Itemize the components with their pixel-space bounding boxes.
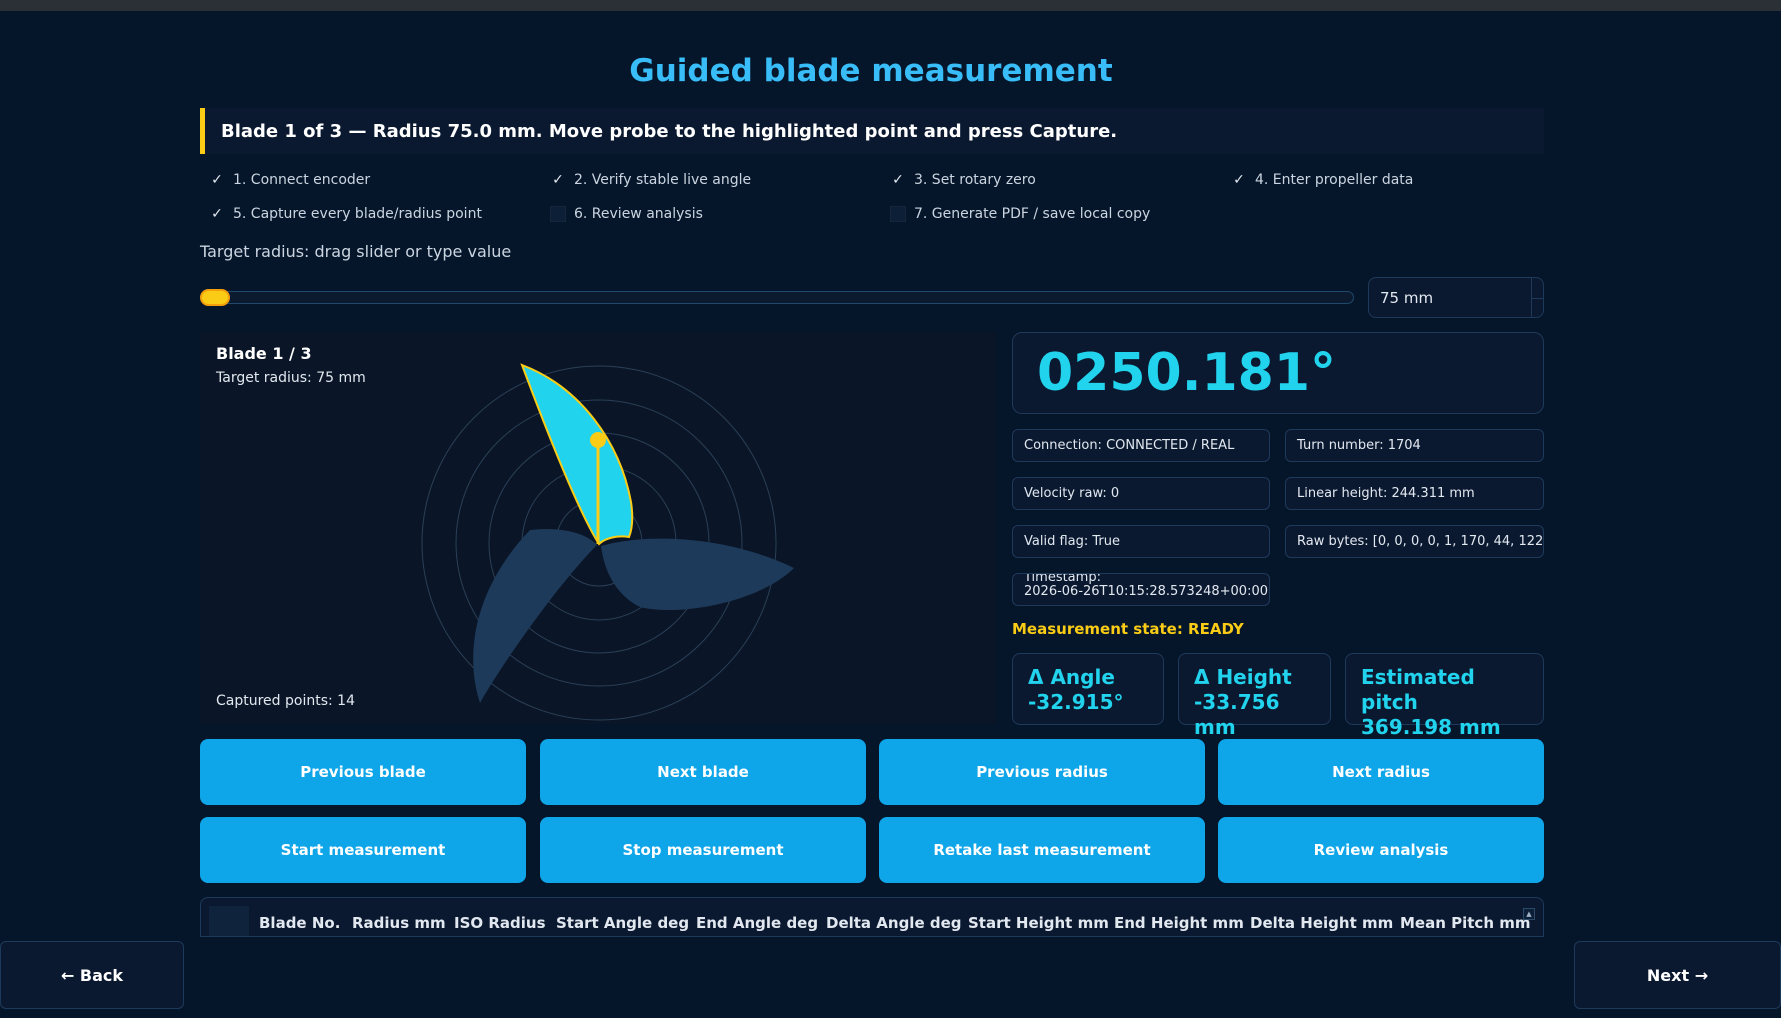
turn-number-text: Turn number: 1704: [1297, 438, 1421, 453]
delta-angle-value: -32.915°: [1028, 690, 1124, 714]
scroll-up-arrow-icon[interactable]: ▲: [1523, 908, 1535, 920]
step-connect-encoder[interactable]: ✓ 1. Connect encoder: [209, 172, 370, 188]
step-label: 2. Verify stable live angle: [574, 172, 752, 188]
page-title: Guided blade measurement: [629, 53, 1113, 89]
back-button[interactable]: ← Back: [0, 941, 184, 1009]
retake-last-measurement-button[interactable]: Retake last measurement: [879, 817, 1205, 883]
live-angle-readout: 0250.181°: [1012, 332, 1544, 414]
column-header-end-angle[interactable]: End Angle deg: [696, 914, 818, 932]
column-header-iso-radius[interactable]: ISO Radius: [454, 914, 546, 932]
step-propeller-data[interactable]: ✓ 4. Enter propeller data: [1231, 172, 1413, 188]
estimated-pitch-card: Estimated pitch 369.198 mm: [1345, 653, 1544, 739]
step-verify-angle[interactable]: ✓ 2. Verify stable live angle: [550, 172, 751, 188]
checkbox-checked-icon[interactable]: ✓: [209, 206, 225, 222]
step-generate-pdf[interactable]: 7. Generate PDF / save local copy: [890, 206, 1150, 222]
column-header-end-height[interactable]: End Height mm: [1114, 914, 1244, 932]
blade-canvas: Blade 1 / 3 Target radius: 75 mm Capture…: [200, 332, 996, 724]
column-header-delta-angle[interactable]: Delta Angle deg: [826, 914, 962, 932]
propeller-diagram: [421, 363, 794, 721]
instruction-banner: Blade 1 of 3 — Radius 75.0 mm. Move prob…: [200, 108, 1544, 154]
linear-height-text: Linear height: 244.311 mm: [1297, 486, 1475, 501]
valid-flag: Valid flag: True: [1012, 525, 1270, 558]
blade-1-shape: [520, 363, 634, 546]
velocity-raw: Velocity raw: 0: [1012, 477, 1270, 510]
checkbox-checked-icon[interactable]: ✓: [550, 172, 566, 188]
estimated-pitch-value: 369.198 mm: [1361, 715, 1501, 739]
checkbox-unchecked-icon[interactable]: [550, 206, 566, 222]
step-label: 4. Enter propeller data: [1255, 172, 1414, 188]
radius-slider-handle[interactable]: [200, 289, 230, 306]
step-review-analysis[interactable]: 6. Review analysis: [550, 206, 703, 222]
column-header-radius[interactable]: Radius mm: [352, 914, 446, 932]
measurement-state: Measurement state: READY: [1012, 620, 1244, 638]
angle-value: 0250.181°: [1037, 343, 1337, 403]
target-radius-caption: Target radius: 75 mm: [216, 370, 366, 386]
column-header-blade-no[interactable]: Blade No.: [259, 914, 340, 932]
radius-input[interactable]: 75 mm: [1368, 277, 1544, 318]
turn-number: Turn number: 1704: [1285, 429, 1544, 462]
step-label: 3. Set rotary zero: [914, 172, 1036, 188]
linear-height: Linear height: 244.311 mm: [1285, 477, 1544, 510]
highlighted-capture-point[interactable]: [590, 432, 606, 448]
column-header-start-angle[interactable]: Start Angle deg: [556, 914, 689, 932]
estimated-pitch-label: Estimated pitch: [1361, 665, 1475, 714]
previous-blade-button[interactable]: Previous blade: [200, 739, 526, 805]
step-label: 7. Generate PDF / save local copy: [914, 206, 1151, 222]
timestamp: Timestamp: 2026-06-26T10:15:28.573248+00…: [1012, 573, 1270, 606]
instruction-text: Blade 1 of 3 — Radius 75.0 mm. Move prob…: [221, 120, 1118, 142]
column-header-start-height[interactable]: Start Height mm: [968, 914, 1109, 932]
delta-angle-card: Δ Angle -32.915°: [1012, 653, 1164, 725]
step-label: 5. Capture every blade/radius point: [233, 206, 482, 222]
checkbox-checked-icon[interactable]: ✓: [209, 172, 225, 188]
next-radius-button[interactable]: Next radius: [1218, 739, 1544, 805]
next-blade-button[interactable]: Next blade: [540, 739, 866, 805]
delta-height-value: -33.756 mm: [1194, 690, 1280, 739]
step-label: 6. Review analysis: [574, 206, 703, 222]
checkbox-checked-icon[interactable]: ✓: [890, 172, 906, 188]
blade-indicator: Blade 1 / 3: [216, 344, 312, 363]
connection-status-text: Connection: CONNECTED / REAL: [1024, 438, 1235, 453]
valid-flag-text: Valid flag: True: [1024, 534, 1120, 549]
checkbox-checked-icon[interactable]: ✓: [1231, 172, 1247, 188]
radius-stepper[interactable]: [1531, 278, 1544, 317]
checkbox-unchecked-icon[interactable]: [890, 206, 906, 222]
table-corner-cell: [209, 906, 249, 936]
stop-measurement-button[interactable]: Stop measurement: [540, 817, 866, 883]
step-set-zero[interactable]: ✓ 3. Set rotary zero: [890, 172, 1036, 188]
delta-height-card: Δ Height -33.756 mm: [1178, 653, 1331, 739]
velocity-raw-text: Velocity raw: 0: [1024, 486, 1120, 501]
window-top-bar: [0, 0, 1781, 11]
column-header-mean-pitch[interactable]: Mean Pitch mm: [1400, 914, 1530, 932]
review-analysis-button[interactable]: Review analysis: [1218, 817, 1544, 883]
step-capture-points[interactable]: ✓ 5. Capture every blade/radius point: [209, 206, 482, 222]
blade-3-shape: [473, 529, 597, 703]
previous-radius-button[interactable]: Previous radius: [879, 739, 1205, 805]
raw-bytes-text: Raw bytes: [0, 0, 0, 0, 1, 170, 44, 122]: [1297, 534, 1544, 549]
connection-status: Connection: CONNECTED / REAL: [1012, 429, 1270, 462]
blade-2-shape: [601, 538, 794, 611]
delta-height-label: Δ Height: [1194, 665, 1292, 689]
start-measurement-button[interactable]: Start measurement: [200, 817, 526, 883]
timestamp-value: 2026-06-26T10:15:28.573248+00:00: [1024, 584, 1268, 599]
measurement-table: Blade No. Radius mm ISO Radius Start Ang…: [200, 897, 1544, 937]
radius-input-value: 75 mm: [1380, 288, 1434, 307]
next-button[interactable]: Next →: [1574, 941, 1781, 1009]
delta-angle-label: Δ Angle: [1028, 665, 1115, 689]
captured-points-count: Captured points: 14: [216, 693, 355, 709]
radius-slider-track[interactable]: [200, 291, 1354, 304]
column-header-delta-height[interactable]: Delta Height mm: [1250, 914, 1393, 932]
step-label: 1. Connect encoder: [233, 172, 371, 188]
target-radius-label: Target radius: drag slider or type value: [200, 242, 512, 261]
raw-bytes: Raw bytes: [0, 0, 0, 0, 1, 170, 44, 122]: [1285, 525, 1544, 558]
